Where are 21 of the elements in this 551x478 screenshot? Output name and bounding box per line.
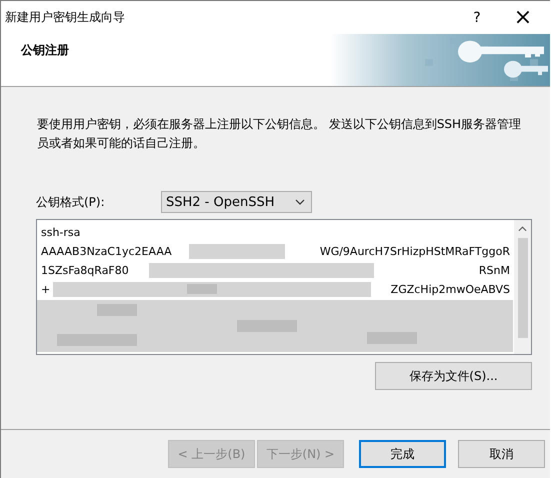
key-text: WG/9AurcH7SrHizpHStMRaFTggoR [320,244,510,260]
caret-icon [295,199,305,205]
save-to-file-button[interactable]: 保存为文件(S)... [375,362,532,390]
key-text: + [41,282,50,298]
help-button[interactable]: ? [454,2,500,32]
page-title: 公钥注册 [21,42,70,59]
key-text: ZGZcHip2mwOeABVS [390,282,510,298]
format-dropdown[interactable]: SSH2 - OpenSSH [161,191,312,213]
key-text: AAAAB3NzaC1yc2EAAA [41,244,172,260]
key-text-area[interactable]: ssh-rsa AAAAB3NzaC1yc2EAAA WG/9AurcH7SrHizpHStMRaFTggoR 1SZsFa8qRaF80 RSnM + ZGZcHip2mwOeABVS [36,219,532,355]
close-button[interactable]: × [500,2,546,32]
scroll-up-icon [518,226,527,232]
key-text: RSnM [478,263,510,279]
instruction-text: 要使用用户密钥，必须在服务器上注册以下公钥信息。 发送以下公钥信息到SSH服务器管理员或者如果可能的话自己注册。 [37,116,522,152]
window-title: 新建用户密钥生成向导 [4,9,126,26]
format-label: 公钥格式(P): [36,194,106,210]
scrollbar[interactable] [514,220,531,354]
key-text: ssh-rsa [41,225,80,241]
key-text: 1SZsFa8qRaF80 [41,263,129,279]
wizard-button[interactable]: 完成 [359,440,446,468]
wizard-button[interactable]: 取消 [458,440,545,468]
